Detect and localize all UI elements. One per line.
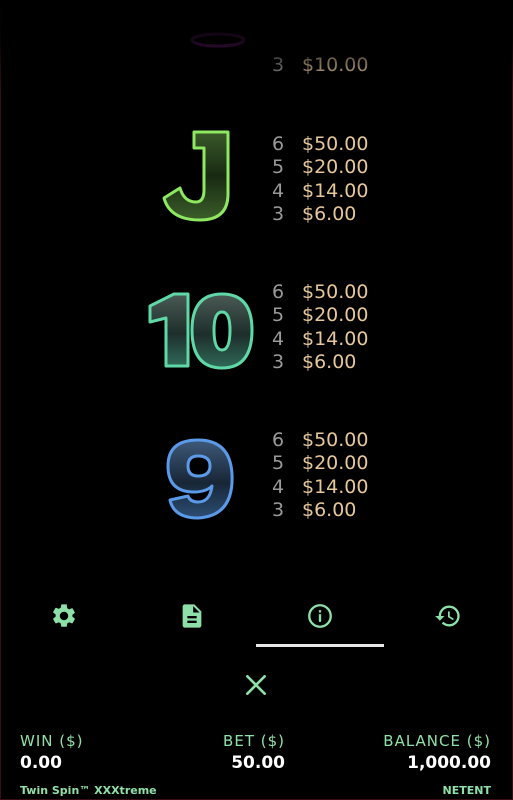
symbol-9-art xyxy=(166,438,234,520)
pay-line: 5 $20.00 xyxy=(272,304,368,327)
pay-count: 3 xyxy=(272,202,285,225)
bet-stat: BET ($) 50.00 xyxy=(223,732,285,773)
pay-line: 6 $50.00 xyxy=(272,281,368,304)
close-button[interactable] xyxy=(241,670,271,700)
symbol-9-icon xyxy=(160,429,240,529)
paytable[interactable]: 3 $10.00 6 $50.00 5 $20.00 4 $14.00 3 $6.0 xyxy=(0,0,513,580)
symbol-10-art xyxy=(148,292,254,370)
pay-line: 3 $6.00 xyxy=(272,203,368,226)
pay-count: 5 xyxy=(272,304,285,327)
history-icon xyxy=(435,605,460,627)
pay-amount: $50.00 xyxy=(302,429,369,451)
tab-settings[interactable] xyxy=(0,585,128,647)
pay-line: 4 $14.00 xyxy=(272,180,368,203)
pay-line: 3 $6.00 xyxy=(272,499,368,522)
symbol-j-icon xyxy=(140,130,260,230)
paytable-pays: 6 $50.00 5 $20.00 4 $14.00 3 $6.00 xyxy=(272,133,368,226)
balance-stat: BALANCE ($) 1,000.00 xyxy=(383,732,491,773)
paytable-pays: 6 $50.00 5 $20.00 4 $14.00 3 $6.00 xyxy=(272,281,368,374)
pay-count: 4 xyxy=(272,327,285,350)
balance-value: 1,000.00 xyxy=(407,753,491,773)
pay-count: 6 xyxy=(272,429,285,451)
tab-paytable-info[interactable] xyxy=(256,585,384,647)
pay-count: 4 xyxy=(272,179,285,202)
pay-count: 6 xyxy=(272,133,285,155)
pay-count: 5 xyxy=(272,156,285,179)
pay-line: 4 $14.00 xyxy=(272,476,368,499)
pay-count: 3 xyxy=(272,350,285,373)
win-stat: WIN ($) 0.00 xyxy=(20,732,84,773)
pay-line: 3 $6.00 xyxy=(272,351,368,374)
paytable-row-j: 6 $50.00 5 $20.00 4 $14.00 3 $6.00 xyxy=(0,130,513,243)
symbol-partial-art xyxy=(190,32,246,48)
win-label: WIN ($) xyxy=(20,732,84,750)
symbol-10-zero xyxy=(190,292,254,370)
paytable-pays: 3 $10.00 xyxy=(272,54,368,77)
bet-label: BET ($) xyxy=(223,732,285,750)
balance-label: BALANCE ($) xyxy=(383,732,491,750)
pay-line: 6 $50.00 xyxy=(272,133,368,156)
pay-amount: $50.00 xyxy=(302,133,369,155)
pay-amount: $50.00 xyxy=(302,281,369,303)
pay-amount: $20.00 xyxy=(302,452,369,475)
pay-amount: $20.00 xyxy=(302,304,369,327)
bet-value: 50.00 xyxy=(231,753,285,773)
document-icon xyxy=(182,604,202,628)
brand-logo: NETENT xyxy=(442,784,491,797)
pay-amount: $14.00 xyxy=(302,475,369,498)
pay-count: 6 xyxy=(272,281,285,303)
pay-count: 3 xyxy=(272,498,285,521)
symbol-10-one xyxy=(148,292,190,368)
pay-line: 3 $10.00 xyxy=(272,54,368,77)
paytable-pays: 6 $50.00 5 $20.00 4 $14.00 3 $6.00 xyxy=(272,429,368,522)
pay-amount: $14.00 xyxy=(302,179,369,202)
menu-toolbar xyxy=(0,585,513,647)
game-title: Twin Spin™ XXXtreme xyxy=(20,784,157,797)
pay-line: 5 $20.00 xyxy=(272,156,368,179)
close-icon xyxy=(246,675,266,695)
pay-count: 5 xyxy=(272,452,285,475)
tab-rules[interactable] xyxy=(128,585,256,647)
pay-line: 4 $14.00 xyxy=(272,328,368,351)
symbol-partial-icon xyxy=(140,8,260,68)
win-value: 0.00 xyxy=(20,753,62,773)
paytable-row-9: 6 $50.00 5 $20.00 4 $14.00 3 $6.00 xyxy=(0,429,513,539)
pay-amount: $10.00 xyxy=(302,54,369,76)
symbol-9-glyph xyxy=(166,438,234,520)
pay-count: 3 xyxy=(272,54,285,76)
paytable-row-partial: 3 $10.00 xyxy=(0,32,513,78)
symbol-j-glyph xyxy=(162,130,230,222)
pay-amount: $6.00 xyxy=(302,350,357,373)
pay-amount: $6.00 xyxy=(302,498,357,521)
info-icon xyxy=(308,604,332,628)
paytable-row-10: 6 $50.00 5 $20.00 4 $14.00 3 $6.00 xyxy=(0,281,513,391)
pay-count: 4 xyxy=(272,475,285,498)
pay-amount: $6.00 xyxy=(302,202,357,225)
tab-history[interactable] xyxy=(384,585,512,647)
symbol-10-icon xyxy=(144,281,256,381)
pay-line: 5 $20.00 xyxy=(272,452,368,475)
pay-amount: $20.00 xyxy=(302,156,369,179)
symbol-j-art xyxy=(162,130,230,222)
pay-line: 6 $50.00 xyxy=(272,429,368,452)
pay-amount: $14.00 xyxy=(302,327,369,350)
gear-icon xyxy=(53,604,75,627)
